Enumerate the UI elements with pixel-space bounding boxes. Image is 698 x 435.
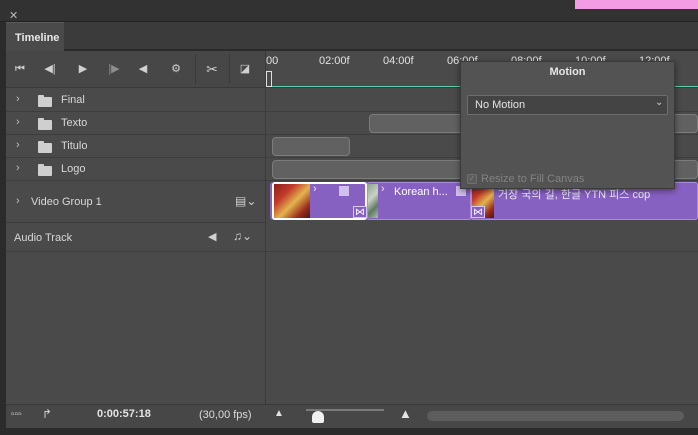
speaker-icon[interactable]: ◀: [208, 230, 216, 243]
resize-to-fill-label: Resize to Fill Canvas: [481, 173, 585, 185]
close-icon[interactable]: ✕: [9, 10, 21, 22]
track-label: Video Group 1: [31, 196, 102, 208]
skip-back-icon[interactable]: ⏮: [12, 61, 28, 77]
window-bottom-edge: [0, 428, 698, 435]
step-forward-icon[interactable]: |▶: [106, 61, 122, 77]
track-label: Texto: [61, 117, 88, 129]
resize-to-fill-checkbox[interactable]: ✓: [467, 174, 477, 184]
chevron-right-icon[interactable]: ›: [16, 116, 20, 128]
gear-icon[interactable]: ⚙: [168, 61, 184, 77]
track-logo[interactable]: › Logo: [6, 158, 266, 181]
ruler-tick-label: 00: [266, 55, 279, 67]
chevron-right-icon[interactable]: ›: [16, 162, 20, 174]
track-video-group[interactable]: › Video Group 1 ▤⌄: [6, 181, 266, 223]
ruler-tick-label: 04:00f: [383, 55, 414, 67]
toolbar-divider: [195, 54, 196, 84]
transition-icon[interactable]: ◪: [237, 61, 253, 77]
clip-menu-icon[interactable]: [339, 186, 349, 196]
background-window-strip: [575, 0, 698, 9]
track-titulo[interactable]: › Titulo: [6, 135, 266, 158]
zoom-out-icon[interactable]: ▲: [274, 408, 284, 419]
chevron-right-icon[interactable]: ›: [16, 139, 20, 151]
motion-popup: [460, 61, 675, 189]
track-label: Logo: [61, 163, 86, 175]
track-audio[interactable]: Audio Track ◀ ♫⌄: [6, 223, 266, 252]
frame-animation-icon[interactable]: ▫▫▫: [11, 409, 22, 420]
folder-icon: [38, 118, 52, 130]
transition-icon[interactable]: ⋈: [353, 206, 367, 218]
play-icon[interactable]: ▶: [75, 61, 91, 77]
chevron-right-icon[interactable]: ›: [313, 183, 317, 195]
clip-thumbnail: [368, 184, 378, 218]
render-video-icon[interactable]: ↱: [42, 407, 52, 421]
track-texto[interactable]: › Texto: [6, 112, 266, 135]
clip-thumbnail: [274, 184, 310, 218]
track-label: Final: [61, 94, 85, 106]
chevron-right-icon[interactable]: ›: [16, 93, 20, 105]
transition-icon[interactable]: ⋈: [471, 206, 485, 218]
chevron-right-icon[interactable]: ›: [381, 183, 385, 195]
horizontal-scrollbar[interactable]: [427, 411, 684, 421]
folder-icon: [38, 141, 52, 153]
clip-title: Korean h...: [394, 186, 448, 198]
folder-icon: [38, 95, 52, 107]
current-timecode: 0:00:57:18: [97, 408, 151, 420]
music-note-icon[interactable]: ♫⌄: [233, 229, 252, 243]
scissors-icon[interactable]: ✂: [204, 61, 220, 77]
chevron-down-icon[interactable]: ⌄: [655, 97, 663, 108]
track-label: Audio Track: [14, 232, 73, 244]
zoom-in-icon[interactable]: ▲: [399, 406, 412, 421]
zoom-slider-thumb[interactable]: [312, 411, 324, 423]
frame-rate: (30,00 fps): [199, 409, 252, 421]
tab-timeline[interactable]: Timeline: [6, 22, 64, 51]
motion-popup-title: Motion: [549, 66, 586, 78]
titulo-clip[interactable]: [272, 137, 350, 156]
speaker-icon[interactable]: ◀: [135, 61, 151, 77]
track-row-audio: [266, 223, 698, 252]
track-final[interactable]: › Final: [6, 89, 266, 112]
chevron-right-icon[interactable]: ›: [16, 195, 20, 207]
track-label: Titulo: [61, 140, 88, 152]
film-icon[interactable]: ▤⌄: [235, 194, 256, 208]
step-back-icon[interactable]: ◀|: [42, 61, 58, 77]
panel-tab-bar: [6, 22, 698, 50]
folder-icon: [38, 164, 52, 176]
motion-select[interactable]: No Motion: [467, 95, 668, 115]
ruler-tick-label: 02:00f: [319, 55, 350, 67]
toolbar-divider: [229, 54, 230, 84]
playhead[interactable]: [266, 71, 272, 87]
